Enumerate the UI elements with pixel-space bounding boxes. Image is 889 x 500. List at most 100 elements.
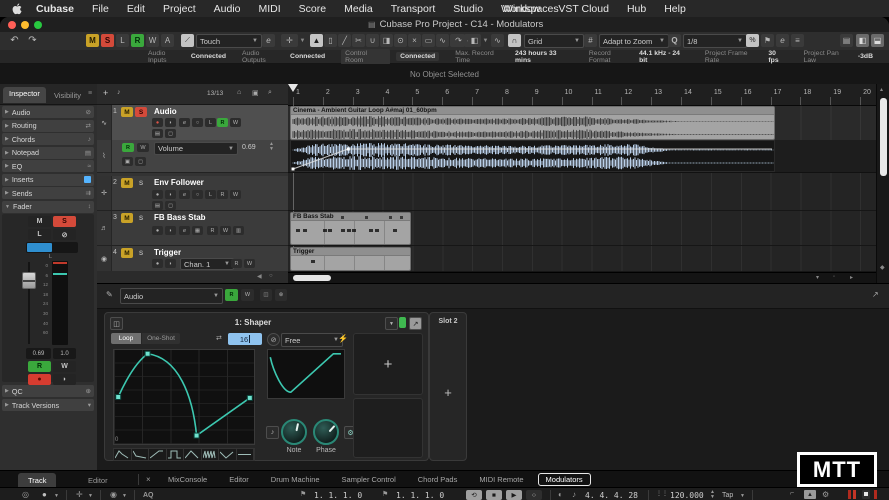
meter-value-readout[interactable]: 1.0: [53, 348, 76, 359]
line-curve-icon[interactable]: ∿: [491, 34, 504, 47]
modulator-track-dropdown[interactable]: Audio▼: [120, 288, 223, 304]
ruler-options-icon[interactable]: ▴: [880, 86, 883, 93]
range-selection-tool-icon[interactable]: ▯: [324, 34, 337, 47]
record-enable-icon[interactable]: ●: [152, 118, 163, 127]
record-enable-icon[interactable]: ●: [152, 226, 163, 235]
quantize-dropdown[interactable]: 1/8▼: [683, 34, 747, 48]
time-warp-tool-icon[interactable]: ∿: [436, 34, 449, 47]
automation-mode-dropdown[interactable]: Touch▼: [196, 34, 262, 48]
monitor-icon[interactable]: ◗: [165, 226, 176, 235]
tab-sampler-control[interactable]: Sampler Control: [334, 473, 404, 486]
cycle-button[interactable]: ⟲: [466, 490, 482, 500]
tab-editor[interactable]: Editor: [221, 473, 257, 486]
audio-activity-icon[interactable]: ▲: [804, 490, 816, 499]
note-knob[interactable]: [281, 419, 307, 445]
redo-icon[interactable]: ↷: [26, 34, 39, 47]
chevron-down-icon[interactable]: ▼: [122, 493, 127, 499]
section-audio[interactable]: ▶Audio⊘: [2, 106, 94, 118]
instrument-icon[interactable]: ▦: [192, 226, 203, 235]
track-preset-icon[interactable]: ♪: [117, 89, 121, 96]
section-routing[interactable]: ▶Routing⇄: [2, 120, 94, 132]
record-enable-icon[interactable]: ●: [152, 190, 163, 199]
chevron-down-icon[interactable]: ▼: [482, 34, 489, 47]
phase-knob[interactable]: [313, 419, 339, 445]
erase-tool-icon[interactable]: ◨: [380, 34, 393, 47]
read-icon[interactable]: R: [207, 226, 218, 235]
section-notepad[interactable]: ▶Notepad▤: [2, 147, 94, 159]
shape-pulse-button[interactable]: [167, 449, 185, 460]
modulators-write-button[interactable]: W: [241, 289, 254, 301]
snap-magnet-icon[interactable]: ∩: [508, 34, 521, 47]
shape-decay-button[interactable]: [132, 449, 150, 460]
track-name[interactable]: Audio: [154, 107, 177, 116]
record-mode-icon[interactable]: ●: [42, 490, 47, 499]
write-automation-button[interactable]: W: [53, 361, 76, 372]
chevron-down-icon[interactable]: ▼: [740, 493, 745, 499]
apple-menu-icon[interactable]: [12, 3, 22, 15]
track-solo-button[interactable]: S: [135, 213, 147, 223]
iterative-quantize-icon[interactable]: %: [746, 34, 759, 47]
track-solo-button[interactable]: S: [135, 178, 147, 188]
record-enable-button[interactable]: ●: [28, 374, 51, 385]
object-selection-tool-icon[interactable]: ▲: [310, 34, 323, 47]
value-stepper[interactable]: ▲▼: [269, 142, 274, 152]
grid-type-dropdown[interactable]: Adapt to Zoom▼: [599, 34, 669, 48]
menu-window[interactable]: Window: [503, 3, 540, 15]
tab-chord-pads[interactable]: Chord Pads: [410, 473, 466, 486]
freeze-icon[interactable]: ○: [192, 190, 203, 199]
loop-mode-button[interactable]: Loop: [111, 333, 141, 344]
close-window-button[interactable]: [8, 21, 16, 29]
one-shot-mode-button[interactable]: One-Shot: [142, 333, 180, 344]
shaper-curve-editor[interactable]: [113, 349, 255, 445]
click-note-icon[interactable]: ♪: [572, 490, 576, 499]
midi-channel-dropdown[interactable]: Chan. 1▼: [180, 258, 234, 270]
zoom-tracks-icon[interactable]: ○: [269, 273, 273, 279]
menu-studio[interactable]: Studio: [453, 3, 483, 15]
section-sends[interactable]: ▶Sends⇉: [2, 187, 94, 199]
menu-media[interactable]: Media: [344, 3, 373, 15]
shape-comb-button[interactable]: [202, 449, 220, 460]
track-row-trigger[interactable]: ◉ 4 M S Trigger ● ◗ Chan. 1▼ R W: [97, 246, 288, 272]
record-enable-icon[interactable]: ●: [152, 259, 163, 268]
chevron-down-icon[interactable]: ▼: [88, 493, 93, 499]
listen-icon[interactable]: L: [205, 118, 216, 127]
read-automation-button[interactable]: R: [28, 361, 51, 372]
fader-value-readout[interactable]: 0.69: [26, 348, 51, 359]
section-inserts[interactable]: ▶Inserts: [2, 174, 94, 186]
automation-lane-settings-icon[interactable]: ▣: [122, 157, 133, 166]
track-name[interactable]: Trigger: [154, 248, 181, 257]
write-icon[interactable]: W: [244, 259, 255, 268]
quantize-icon[interactable]: Q: [668, 34, 681, 47]
zoom-in-icon[interactable]: ▸: [850, 274, 853, 281]
menu-audio[interactable]: Audio: [214, 3, 241, 15]
tempo-track-icon[interactable]: ⋮⋮: [656, 490, 668, 497]
locator-right-flag-icon[interactable]: ⚑: [382, 490, 388, 498]
section-track-versions[interactable]: ▶ Track Versions ▾: [2, 399, 94, 411]
tempo-display[interactable]: 120.000: [670, 491, 704, 500]
tab-drum-machine[interactable]: Drum Machine: [263, 473, 328, 486]
monitor-button[interactable]: ◗: [53, 374, 76, 385]
track-row-fb-bass-stab[interactable]: ♬ 3 M S FB Bass Stab ● ◗ e ▦ R W ▥: [97, 211, 288, 246]
pin-icon[interactable]: ✎: [106, 290, 113, 299]
global-suspend-button[interactable]: A: [161, 34, 174, 47]
section-qc[interactable]: ▶ QC ⊕: [2, 385, 94, 397]
global-solo-button[interactable]: S: [101, 34, 114, 47]
global-write-button[interactable]: W: [146, 34, 159, 47]
inspector-menu-icon[interactable]: ≡: [88, 90, 92, 97]
mute-tool-icon[interactable]: ×: [408, 34, 421, 47]
undo-icon[interactable]: ↶: [8, 34, 21, 47]
horizontal-scrollbar[interactable]: ▾ ◦ ▸: [288, 272, 876, 283]
menu-help[interactable]: Help: [664, 3, 686, 15]
menu-score[interactable]: Score: [299, 3, 326, 15]
zoom-slider-icon[interactable]: ◦: [833, 274, 835, 280]
shape-ramp-button[interactable]: [149, 449, 167, 460]
shape-valley-button[interactable]: [219, 449, 237, 460]
inserts-state-icon[interactable]: ▤: [152, 201, 163, 210]
phase-invert-button[interactable]: ⊘: [53, 229, 76, 240]
glue-tool-icon[interactable]: ∪: [366, 34, 379, 47]
auto-quantize-label[interactable]: AQ: [143, 492, 154, 499]
event-display[interactable]: 1234567891011121314151617181920 Cinema -…: [288, 84, 876, 283]
transport-settings-icon[interactable]: ⚙: [822, 490, 829, 499]
automation-read-icon[interactable]: R: [122, 143, 134, 152]
key-tracking-icon[interactable]: ⊘: [267, 333, 280, 346]
